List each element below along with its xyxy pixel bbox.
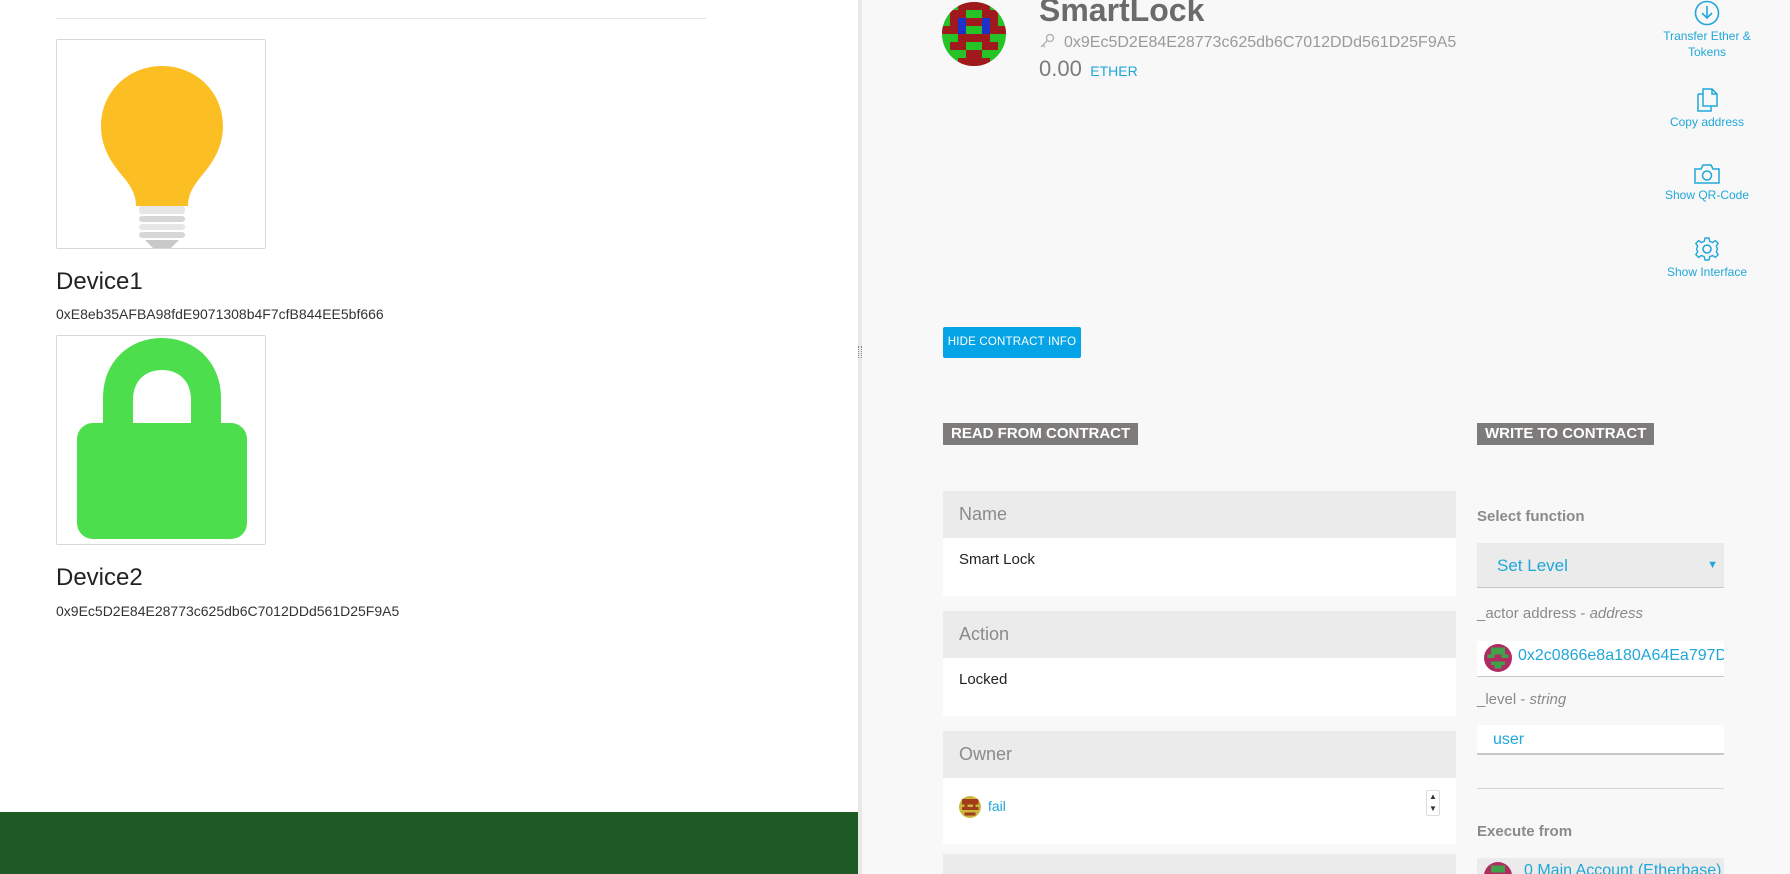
read-field-label-owner: Owner <box>943 731 1456 778</box>
copy-address-label: Copy address <box>1669 115 1745 129</box>
device2-image[interactable] <box>56 335 266 545</box>
transfer-label: Transfer Ether & Tokens <box>1663 29 1751 59</box>
chevron-down-icon: ▼ <box>1707 559 1718 571</box>
read-field-value-owner: fail ▲ ▼ <box>943 778 1456 844</box>
actor-param-name: _actor address <box>1477 605 1577 622</box>
owner-address-link[interactable]: fail <box>988 798 1006 814</box>
owner-avatar <box>959 796 981 818</box>
contract-address: 0x9Ec5D2E84E28773c625db6C7012DDd561D25F9… <box>1064 34 1457 51</box>
level-param-label: _level - string <box>1477 691 1567 708</box>
balance-unit: ETHER <box>1090 63 1138 79</box>
level-input[interactable]: user <box>1477 725 1724 755</box>
device2-name: Device2 <box>56 564 143 591</box>
device1-address: 0xE8eb35AFBA98fdE9071308b4F7cfB844EE5bf6… <box>56 306 384 322</box>
key-icon <box>1040 33 1055 48</box>
transfer-button[interactable]: Transfer Ether & Tokens <box>1659 0 1755 60</box>
level-param-type: string <box>1529 691 1567 708</box>
contract-panel: SmartLock 0x9Ec5D2E84E28773c625db6C7012D… <box>862 0 1790 874</box>
actor-param-label: _actor address - address <box>1477 605 1643 622</box>
actor-address-input[interactable]: 0x2c0866e8a180A64Ea797D <box>1477 641 1724 677</box>
read-field-label-action: Action <box>943 611 1456 658</box>
lightbulb-icon <box>101 66 223 248</box>
camera-icon <box>1694 164 1720 184</box>
download-circle-icon <box>1694 0 1720 26</box>
show-qr-label: Show QR-Code <box>1664 188 1750 202</box>
copy-address-button[interactable]: Copy address <box>1659 88 1755 130</box>
balance-value: 0.00 <box>1039 56 1082 81</box>
actor-param-type: address <box>1589 605 1643 622</box>
balance: 0.00 ETHER <box>1039 56 1138 82</box>
select-function-label: Select function <box>1477 508 1585 525</box>
show-interface-label: Show Interface <box>1666 265 1748 279</box>
execute-account-value: 0 Main Account (Etherbase) <box>1524 862 1722 874</box>
device1-image[interactable] <box>56 39 266 249</box>
contract-identicon <box>942 2 1006 66</box>
divider <box>1477 788 1724 789</box>
device1-name: Device1 <box>56 268 143 295</box>
execute-from-label: Execute from <box>1477 823 1573 840</box>
read-field-label-name: Name <box>943 491 1456 538</box>
device2-address: 0x9Ec5D2E84E28773c625db6C7012DDd561D25F9… <box>56 603 400 619</box>
write-section-heading: WRITE TO CONTRACT <box>1477 423 1655 445</box>
copy-icon <box>1697 88 1718 112</box>
footer-bar <box>0 812 858 874</box>
show-qr-button[interactable]: Show QR-Code <box>1659 163 1755 203</box>
owner-index-stepper[interactable]: ▲ ▼ <box>1426 790 1440 816</box>
read-field-value-action: Locked <box>943 658 1456 716</box>
contract-title: SmartLock <box>1039 0 1205 28</box>
device-list-panel: Device1 0xE8eb35AFBA98fdE9071308b4F7cfB8… <box>0 0 858 874</box>
function-select-value: Set Level <box>1497 556 1568 575</box>
gear-icon <box>1695 237 1719 261</box>
actor-address-value: 0x2c0866e8a180A64Ea797D <box>1518 647 1724 664</box>
actor-avatar <box>1484 644 1512 672</box>
hide-contract-info-button[interactable]: HIDE CONTRACT INFO <box>943 327 1081 358</box>
lock-icon <box>77 338 247 539</box>
divider <box>56 18 706 19</box>
read-field-value-name: Smart Lock <box>943 538 1456 596</box>
show-interface-button[interactable]: Show Interface <box>1659 236 1755 280</box>
level-param-name: _level <box>1477 691 1517 708</box>
execute-account-avatar <box>1484 862 1512 874</box>
execute-from-select[interactable]: 0 Main Account (Etherbase) <box>1477 858 1724 874</box>
read-section-heading: READ FROM CONTRACT <box>943 423 1139 445</box>
function-select[interactable]: Set Level ▼ <box>1477 543 1724 588</box>
read-field-label-next <box>943 854 1456 874</box>
